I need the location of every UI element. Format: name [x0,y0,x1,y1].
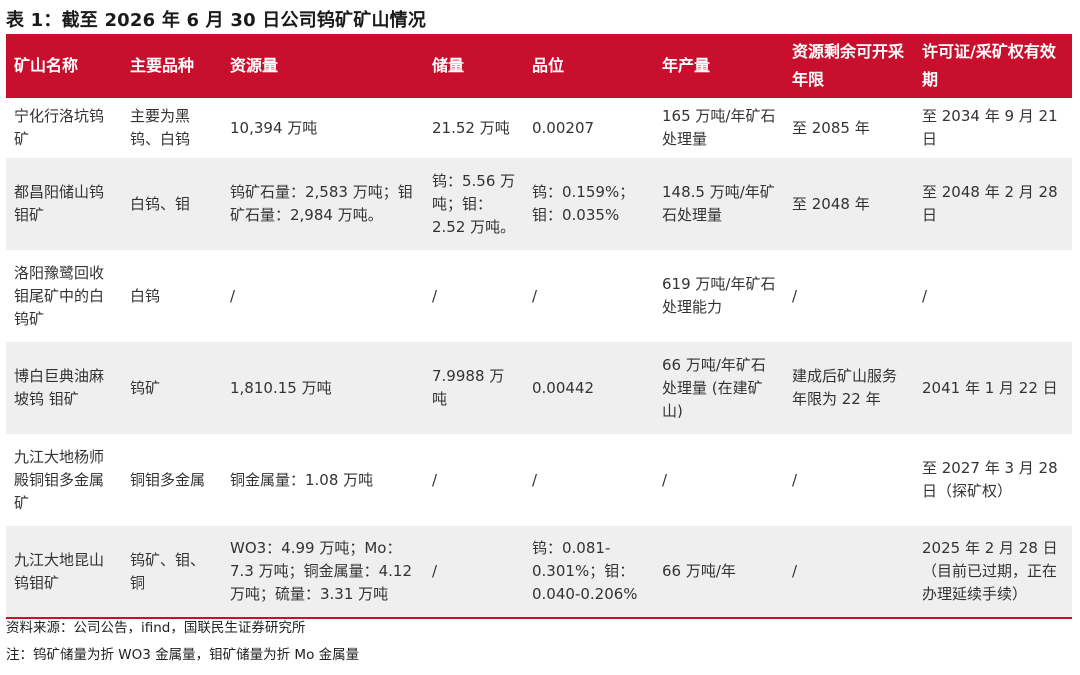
cell-reserves: / [424,250,524,342]
cell-product: 铜钼多金属 [122,434,222,526]
cell-annual-output: 619 万吨/年矿石处理能力 [654,250,784,342]
cell-reserves: 钨：5.56 万吨；钼：2.52 万吨。 [424,158,524,250]
cell-mine-name: 洛阳豫鹭回收钼尾矿中的白 钨矿 [6,250,122,342]
table-row: 九江大地杨师殿铜钼多金属矿 铜钼多金属 铜金属量：1.08 万吨 / / / /… [6,434,1072,526]
cell-license-validity: 2025 年 2 月 28 日（目前已过期，正在办理延续手续） [914,526,1072,619]
cell-remaining-years: / [784,434,914,526]
cell-product: 白钨、钼 [122,158,222,250]
cell-mine-name: 宁化行洛坑钨矿 [6,98,122,158]
cell-resources: 钨矿石量：2,583 万吨；钼矿石量：2,984 万吨。 [222,158,424,250]
header-product: 主要品种 [122,34,222,98]
cell-annual-output: 165 万吨/年矿石处理量 [654,98,784,158]
header-row: 矿山名称 主要品种 资源量 储量 品位 年产量 资源剩余可开采年限 许可证/采矿… [6,34,1072,98]
table-title: 表 1：截至 2026 年 6 月 30 日公司钨矿矿山情况 [6,10,427,31]
cell-reserves: / [424,526,524,619]
footnote: 注：钨矿储量为折 WO3 金属量，钼矿储量为折 Mo 金属量 [6,647,360,663]
cell-annual-output: 66 万吨/年 [654,526,784,619]
cell-grade: / [524,250,654,342]
mine-table: 矿山名称 主要品种 资源量 储量 品位 年产量 资源剩余可开采年限 许可证/采矿… [6,34,1072,619]
cell-product: 白钨 [122,250,222,342]
cell-mine-name: 九江大地杨师殿铜钼多金属矿 [6,434,122,526]
page: { "title": "表 1：截至 2026 年 6 月 30 日公司钨矿矿山… [0,0,1080,675]
cell-grade: 0.00442 [524,342,654,434]
header-license-validity: 许可证/采矿权有效期 [914,34,1072,98]
cell-grade: 0.00207 [524,98,654,158]
cell-product: 主要为黑钨、白钨 [122,98,222,158]
header-annual-output: 年产量 [654,34,784,98]
cell-reserves: 7.9988 万吨 [424,342,524,434]
cell-product: 钨矿 [122,342,222,434]
table-row: 都昌阳储山钨钼矿 白钨、钼 钨矿石量：2,583 万吨；钼矿石量：2,984 万… [6,158,1072,250]
cell-license-validity: 2041 年 1 月 22 日 [914,342,1072,434]
header-reserves: 储量 [424,34,524,98]
cell-grade: 钨：0.159%；钼：0.035% [524,158,654,250]
header-mine-name: 矿山名称 [6,34,122,98]
table-row: 宁化行洛坑钨矿 主要为黑钨、白钨 10,394 万吨 21.52 万吨 0.00… [6,98,1072,158]
cell-remaining-years: 至 2048 年 [784,158,914,250]
header-remaining-years: 资源剩余可开采年限 [784,34,914,98]
cell-resources: 铜金属量：1.08 万吨 [222,434,424,526]
header-grade: 品位 [524,34,654,98]
cell-remaining-years: / [784,526,914,619]
cell-license-validity: 至 2048 年 2 月 28 日 [914,158,1072,250]
cell-remaining-years: 建成后矿山服务年限为 22 年 [784,342,914,434]
cell-grade: / [524,434,654,526]
cell-license-validity: 至 2034 年 9 月 21 日 [914,98,1072,158]
source-note: 资料来源：公司公告，ifind，国联民生证券研究所 [6,620,306,636]
cell-remaining-years: 至 2085 年 [784,98,914,158]
table-row: 博白巨典油麻坡钨 钼矿 钨矿 1,810.15 万吨 7.9988 万吨 0.0… [6,342,1072,434]
cell-mine-name: 都昌阳储山钨钼矿 [6,158,122,250]
cell-license-validity: 至 2027 年 3 月 28 日（探矿权） [914,434,1072,526]
cell-annual-output: 148.5 万吨/年矿石处理量 [654,158,784,250]
cell-resources: WO3：4.99 万吨；Mo：7.3 万吨；铜金属量：4.12 万吨；硫量：3.… [222,526,424,619]
cell-reserves: 21.52 万吨 [424,98,524,158]
cell-annual-output: 66 万吨/年矿石处理量 (在建矿山) [654,342,784,434]
header-resources: 资源量 [222,34,424,98]
cell-grade: 钨：0.081-0.301%；钼：0.040-0.206% [524,526,654,619]
cell-remaining-years: / [784,250,914,342]
cell-product: 钨矿、钼、铜 [122,526,222,619]
cell-resources: 1,810.15 万吨 [222,342,424,434]
cell-resources: / [222,250,424,342]
cell-license-validity: / [914,250,1072,342]
table-row: 洛阳豫鹭回收钼尾矿中的白 钨矿 白钨 / / / 619 万吨/年矿石处理能力 … [6,250,1072,342]
cell-resources: 10,394 万吨 [222,98,424,158]
cell-reserves: / [424,434,524,526]
table-row: 九江大地昆山钨钼矿 钨矿、钼、铜 WO3：4.99 万吨；Mo：7.3 万吨；铜… [6,526,1072,619]
cell-annual-output: / [654,434,784,526]
cell-mine-name: 九江大地昆山钨钼矿 [6,526,122,619]
cell-mine-name: 博白巨典油麻坡钨 钼矿 [6,342,122,434]
